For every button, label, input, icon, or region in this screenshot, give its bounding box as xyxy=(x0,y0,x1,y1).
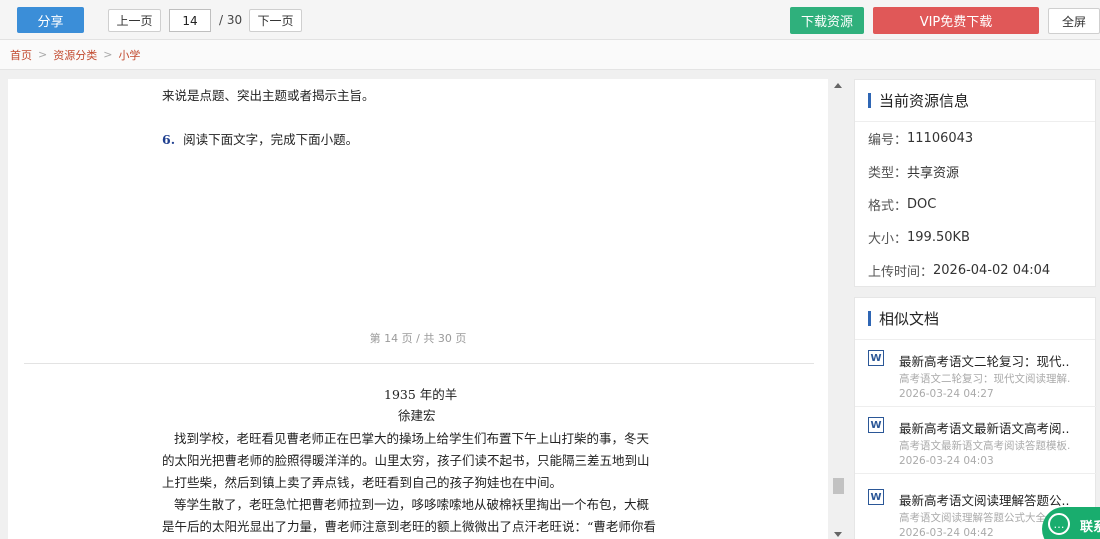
chat-icon: … xyxy=(1048,513,1070,535)
title-accent-bar xyxy=(868,93,871,108)
info-value: 2026-04-02 04:04 xyxy=(933,263,1051,278)
info-row-type: 类型： 共享资源 xyxy=(855,155,1095,188)
share-button[interactable]: 分享 xyxy=(17,7,84,33)
similar-doc-date: 2026-03-24 04:03 xyxy=(899,455,994,467)
similar-doc-date: 2026-03-24 04:27 xyxy=(899,388,994,400)
info-label: 类型： xyxy=(868,166,908,181)
next-page-button[interactable]: 下一页 xyxy=(249,9,302,32)
vip-download-button[interactable]: VIP免费下载 xyxy=(873,7,1039,34)
info-row-size: 大小： 199.50KB xyxy=(855,221,1095,254)
resource-info-title: 当前资源信息 xyxy=(855,80,1095,122)
word-doc-icon: W xyxy=(868,489,884,505)
info-row-upload-time: 上传时间： 2026-04-02 04:04 xyxy=(855,254,1095,287)
prev-page-button[interactable]: 上一页 xyxy=(108,9,161,32)
doc-text-line: 来说是点题、突出主题或者揭示主旨。 xyxy=(162,88,375,103)
contact-button[interactable]: … 联系 xyxy=(1042,507,1100,539)
article-paragraph-line: 等学生散了，老旺急忙把曹老师拉到一边，哆哆嗦嗦地从破棉袄里掏出一个布包，大概 xyxy=(174,497,650,512)
doc-question: 6. 阅读下面文字，完成下面小题。 xyxy=(162,129,358,148)
similar-doc-title[interactable]: 最新高考语文二轮复习：现代... xyxy=(899,351,1069,370)
similar-docs-panel: 相似文档 W 最新高考语文二轮复习：现代... 高考语文二轮复习：现代文阅读理解… xyxy=(854,297,1097,539)
divider xyxy=(855,473,1097,474)
breadcrumb: 首页 > 资源分类 > 小学 xyxy=(0,40,1100,70)
info-label: 大小： xyxy=(868,232,908,247)
info-label: 格式： xyxy=(868,199,908,214)
question-text: 阅读下面文字，完成下面小题。 xyxy=(183,132,359,147)
info-value: DOC xyxy=(907,197,937,212)
page-number-input[interactable]: 14 xyxy=(169,9,211,32)
page-footer: 第 14 页 / 共 30 页 xyxy=(369,332,467,345)
info-value: 199.50KB xyxy=(907,230,970,245)
article-author: 徐建宏 xyxy=(398,408,436,423)
similar-doc-title[interactable]: 最新高考语文最新语文高考阅... xyxy=(899,418,1069,437)
word-doc-icon: W xyxy=(868,417,884,433)
info-value: 11106043 xyxy=(907,131,974,146)
similar-doc-date: 2026-03-24 04:42 xyxy=(899,527,994,539)
similar-doc-title[interactable]: 最新高考语文阅读理解答题公... xyxy=(899,490,1069,509)
document-scrollbar[interactable] xyxy=(831,79,846,539)
title-accent-bar xyxy=(868,311,871,326)
info-row-id: 编号： 11106043 xyxy=(855,122,1095,155)
article-paragraph-line: 的太阳光把曹老师的脸照得暖洋洋的。山里太穷，孩子们读不起书，只能隔三差五地到山 xyxy=(162,453,650,468)
scroll-down-arrow-icon[interactable] xyxy=(834,532,842,537)
info-value: 共享资源 xyxy=(907,166,960,181)
breadcrumb-category[interactable]: 资源分类 xyxy=(53,47,97,63)
similar-doc-item[interactable]: W 最新高考语文二轮复习：现代... 高考语文二轮复习：现代文阅读理解... 2… xyxy=(855,340,1097,407)
toolbar: 分享 上一页 14 / 30 下一页 下载资源 VIP免费下载 全屏 xyxy=(0,0,1100,40)
article-paragraph-line: 找到学校，老旺看见曹老师正在巴掌大的操场上给学生们布置下午上山打柴的事，冬天 xyxy=(174,431,650,446)
page-total-label: / 30 xyxy=(219,13,243,27)
contact-label: 联系 xyxy=(1080,520,1100,535)
scroll-up-arrow-icon[interactable] xyxy=(834,83,842,88)
info-label: 编号： xyxy=(868,133,908,148)
breadcrumb-separator: > xyxy=(38,48,48,61)
resource-info-panel: 当前资源信息 编号： 11106043 类型： 共享资源 格式： DOC 大小： 199… xyxy=(854,79,1096,287)
scroll-thumb[interactable] xyxy=(833,478,844,494)
similar-docs-heading: 相似文档 xyxy=(879,310,940,328)
resource-info-heading: 当前资源信息 xyxy=(879,92,970,110)
similar-doc-subtitle: 高考语文二轮复习：现代文阅读理解... xyxy=(899,373,1071,385)
info-row-format: 格式： DOC xyxy=(855,188,1095,221)
breadcrumb-primary-school[interactable]: 小学 xyxy=(118,47,140,63)
article-paragraph-line: 上打些柴，然后到镇上卖了弄点钱，老旺看到自己的孩子狗娃也在中间。 xyxy=(162,475,563,490)
info-label: 上传时间： xyxy=(868,265,934,280)
download-button[interactable]: 下载资源 xyxy=(790,7,864,34)
similar-docs-title: 相似文档 xyxy=(855,298,1095,340)
question-number: 6. xyxy=(162,132,176,147)
similar-doc-item[interactable]: W 最新高考语文最新语文高考阅... 高考语文最新语文高考阅读答题模板... 2… xyxy=(855,407,1097,474)
word-doc-icon: W xyxy=(868,350,884,366)
similar-doc-subtitle: 高考语文最新语文高考阅读答题模板... xyxy=(899,440,1071,452)
fullscreen-button[interactable]: 全屏 xyxy=(1048,8,1100,34)
breadcrumb-separator: > xyxy=(103,48,113,61)
article-paragraph-line: 是午后的太阳光显出了力量，曹老师注意到老旺的额上微微出了点汗老旺说：“曹老师你看 xyxy=(162,519,656,534)
breadcrumb-home[interactable]: 首页 xyxy=(10,47,32,63)
page-divider xyxy=(24,363,814,364)
document-viewer: 来说是点题、突出主题或者揭示主旨。 6. 阅读下面文字，完成下面小题。 第 14 … xyxy=(8,79,828,539)
article-title: 1935 年的羊 xyxy=(384,387,458,402)
